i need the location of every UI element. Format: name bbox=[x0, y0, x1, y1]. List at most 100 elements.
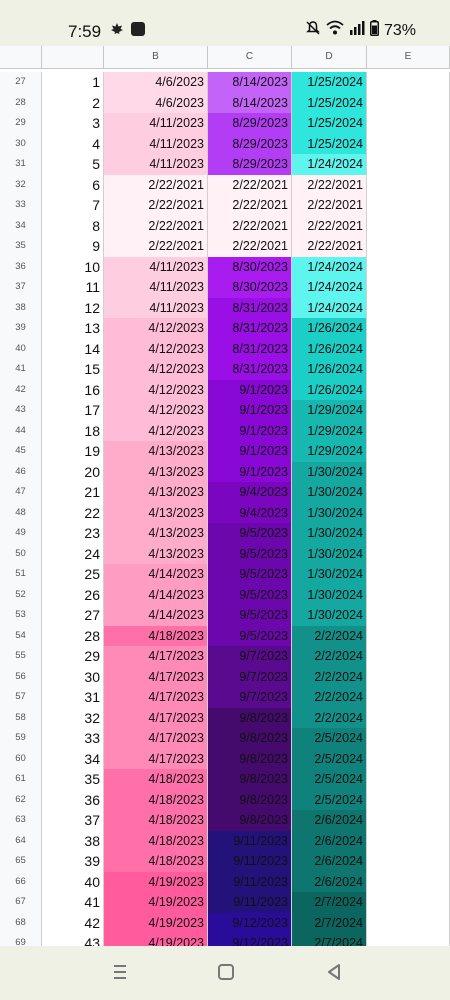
cell-d[interactable]: 1/26/2024 bbox=[292, 338, 367, 359]
cell-b[interactable]: 4/11/2023 bbox=[104, 154, 208, 175]
cell-d[interactable]: 1/30/2024 bbox=[292, 605, 367, 626]
cell-a[interactable]: 42 bbox=[42, 912, 104, 933]
row-number[interactable]: 65 bbox=[0, 851, 42, 872]
cell-d[interactable]: 2/2/2024 bbox=[292, 707, 367, 728]
cell-e[interactable] bbox=[367, 420, 450, 441]
cell-a[interactable]: 32 bbox=[42, 707, 104, 728]
cell-c[interactable]: 8/29/2023 bbox=[208, 113, 292, 134]
cell-a[interactable]: 24 bbox=[42, 543, 104, 564]
cell-d[interactable]: 2/7/2024 bbox=[292, 933, 367, 946]
row-number[interactable]: 53 bbox=[0, 605, 42, 626]
cell-e[interactable] bbox=[367, 461, 450, 482]
row-number[interactable]: 60 bbox=[0, 748, 42, 769]
cell-a[interactable]: 36 bbox=[42, 789, 104, 810]
cell-d[interactable]: 1/25/2024 bbox=[292, 113, 367, 134]
cell-b[interactable]: 2/22/2021 bbox=[104, 195, 208, 216]
column-header-d[interactable]: D bbox=[292, 46, 367, 68]
cell-b[interactable]: 4/18/2023 bbox=[104, 789, 208, 810]
cell-b[interactable]: 4/13/2023 bbox=[104, 461, 208, 482]
row-number[interactable]: 51 bbox=[0, 564, 42, 585]
cell-e[interactable] bbox=[367, 748, 450, 769]
cell-d[interactable]: 1/26/2024 bbox=[292, 318, 367, 339]
cell-b[interactable]: 4/19/2023 bbox=[104, 871, 208, 892]
cell-d[interactable]: 1/30/2024 bbox=[292, 564, 367, 585]
row-number[interactable]: 63 bbox=[0, 810, 42, 831]
cell-c[interactable]: 9/5/2023 bbox=[208, 584, 292, 605]
column-header-a[interactable] bbox=[42, 46, 104, 68]
cell-a[interactable]: 10 bbox=[42, 256, 104, 277]
cell-a[interactable]: 23 bbox=[42, 523, 104, 544]
cell-c[interactable]: 9/4/2023 bbox=[208, 482, 292, 503]
cell-a[interactable]: 43 bbox=[42, 933, 104, 946]
cell-e[interactable] bbox=[367, 728, 450, 749]
cell-e[interactable] bbox=[367, 502, 450, 523]
row-number[interactable]: 37 bbox=[0, 277, 42, 298]
cell-d[interactable]: 1/30/2024 bbox=[292, 584, 367, 605]
cell-c[interactable]: 8/14/2023 bbox=[208, 72, 292, 93]
spreadsheet[interactable]: B C D E 27 1 4/6/2023 8/14/2023 1/25/2024 28 2… bbox=[0, 46, 450, 946]
cell-e[interactable] bbox=[367, 912, 450, 933]
cell-e[interactable] bbox=[367, 277, 450, 298]
cell-a[interactable]: 34 bbox=[42, 748, 104, 769]
row-number[interactable]: 39 bbox=[0, 318, 42, 339]
cell-c[interactable]: 9/5/2023 bbox=[208, 605, 292, 626]
home-icon[interactable] bbox=[214, 960, 238, 984]
cell-a[interactable]: 6 bbox=[42, 174, 104, 195]
cell-c[interactable]: 9/1/2023 bbox=[208, 441, 292, 462]
cell-a[interactable]: 15 bbox=[42, 359, 104, 380]
row-number[interactable]: 43 bbox=[0, 400, 42, 421]
row-number[interactable]: 30 bbox=[0, 133, 42, 154]
cell-a[interactable]: 16 bbox=[42, 379, 104, 400]
row-number[interactable]: 42 bbox=[0, 379, 42, 400]
cell-d[interactable]: 2/5/2024 bbox=[292, 728, 367, 749]
cell-a[interactable]: 19 bbox=[42, 441, 104, 462]
row-number[interactable]: 40 bbox=[0, 338, 42, 359]
cell-e[interactable] bbox=[367, 256, 450, 277]
cell-b[interactable]: 4/19/2023 bbox=[104, 912, 208, 933]
cell-e[interactable] bbox=[367, 543, 450, 564]
column-header-b[interactable]: B bbox=[104, 46, 208, 68]
cell-d[interactable]: 2/6/2024 bbox=[292, 851, 367, 872]
cell-b[interactable]: 4/17/2023 bbox=[104, 707, 208, 728]
row-number[interactable]: 62 bbox=[0, 789, 42, 810]
cell-c[interactable]: 9/1/2023 bbox=[208, 379, 292, 400]
row-number[interactable]: 67 bbox=[0, 892, 42, 913]
row-number[interactable]: 49 bbox=[0, 523, 42, 544]
cell-c[interactable]: 9/5/2023 bbox=[208, 625, 292, 646]
cell-a[interactable]: 22 bbox=[42, 502, 104, 523]
cell-e[interactable] bbox=[367, 584, 450, 605]
cell-b[interactable]: 4/6/2023 bbox=[104, 92, 208, 113]
cell-d[interactable]: 2/22/2021 bbox=[292, 236, 367, 257]
cell-b[interactable]: 4/14/2023 bbox=[104, 584, 208, 605]
cell-d[interactable]: 1/26/2024 bbox=[292, 359, 367, 380]
cell-e[interactable] bbox=[367, 154, 450, 175]
cell-b[interactable]: 4/17/2023 bbox=[104, 646, 208, 667]
cell-e[interactable] bbox=[367, 769, 450, 790]
cell-b[interactable]: 4/18/2023 bbox=[104, 830, 208, 851]
cell-d[interactable]: 1/25/2024 bbox=[292, 72, 367, 93]
cell-b[interactable]: 4/12/2023 bbox=[104, 318, 208, 339]
row-number[interactable]: 64 bbox=[0, 830, 42, 851]
cell-c[interactable]: 9/12/2023 bbox=[208, 933, 292, 946]
cell-d[interactable]: 1/25/2024 bbox=[292, 133, 367, 154]
cell-d[interactable]: 2/6/2024 bbox=[292, 871, 367, 892]
cell-d[interactable]: 2/22/2021 bbox=[292, 195, 367, 216]
cell-a[interactable]: 27 bbox=[42, 605, 104, 626]
cell-e[interactable] bbox=[367, 441, 450, 462]
cell-d[interactable]: 1/24/2024 bbox=[292, 297, 367, 318]
row-number[interactable]: 41 bbox=[0, 359, 42, 380]
row-number[interactable]: 52 bbox=[0, 584, 42, 605]
cell-e[interactable] bbox=[367, 810, 450, 831]
cell-c[interactable]: 9/5/2023 bbox=[208, 523, 292, 544]
cell-b[interactable]: 4/17/2023 bbox=[104, 728, 208, 749]
cell-c[interactable]: 8/29/2023 bbox=[208, 154, 292, 175]
cell-d[interactable]: 2/2/2024 bbox=[292, 625, 367, 646]
cell-a[interactable]: 18 bbox=[42, 420, 104, 441]
row-number[interactable]: 69 bbox=[0, 933, 42, 946]
cell-e[interactable] bbox=[367, 318, 450, 339]
cell-a[interactable]: 7 bbox=[42, 195, 104, 216]
cell-c[interactable]: 9/7/2023 bbox=[208, 666, 292, 687]
cell-e[interactable] bbox=[367, 666, 450, 687]
cell-d[interactable]: 2/2/2024 bbox=[292, 687, 367, 708]
cell-e[interactable] bbox=[367, 646, 450, 667]
